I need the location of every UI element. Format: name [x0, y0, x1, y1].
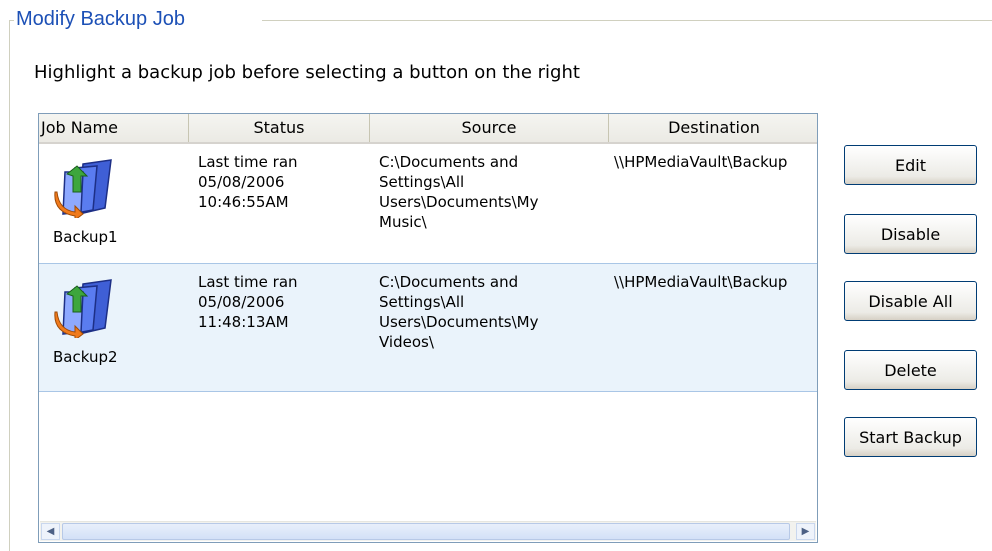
scrollbar-thumb[interactable]: [62, 523, 790, 540]
instructions-text: Highlight a backup job before selecting …: [34, 62, 580, 83]
table-row[interactable]: Backup1 Last time ran 05/08/2006 10:46:5…: [39, 144, 817, 264]
job-status: Last time ran 05/08/2006 11:48:13AM: [198, 273, 298, 331]
delete-button[interactable]: Delete: [844, 350, 977, 390]
list-header: Job Name Status Source Destination: [39, 114, 817, 144]
group-title: Modify Backup Job: [14, 6, 187, 32]
scroll-right-button[interactable]: ▶: [796, 523, 815, 540]
job-source: C:\Documents and Settings\All Users\Docu…: [379, 273, 539, 351]
disable-all-button[interactable]: Disable All: [844, 281, 977, 321]
job-destination: \\HPMediaVault\Backup: [614, 273, 788, 291]
group-frame-top: [262, 20, 992, 21]
job-status: Last time ran 05/08/2006 10:46:55AM: [198, 153, 298, 211]
disable-button[interactable]: Disable: [844, 214, 977, 254]
column-header-status[interactable]: Status: [189, 114, 370, 142]
backup-job-icon: [54, 159, 112, 218]
start-backup-button[interactable]: Start Backup: [844, 417, 977, 457]
column-header-source[interactable]: Source: [370, 114, 609, 142]
horizontal-scrollbar[interactable]: ◀ ▶: [40, 521, 816, 541]
table-row[interactable]: Backup2 Last time ran 05/08/2006 11:48:1…: [39, 264, 817, 392]
job-source: C:\Documents and Settings\All Users\Docu…: [379, 153, 539, 231]
edit-button[interactable]: Edit: [844, 145, 977, 185]
column-header-destination[interactable]: Destination: [609, 114, 817, 142]
group-frame-left: [9, 20, 10, 551]
scroll-left-button[interactable]: ◀: [41, 523, 60, 540]
backup-job-list[interactable]: Job Name Status Source Destination Backu…: [38, 113, 818, 543]
backup-job-icon: [54, 279, 112, 338]
job-name: Backup1: [53, 228, 118, 246]
column-header-job-name[interactable]: Job Name: [39, 114, 189, 142]
job-name: Backup2: [53, 348, 118, 366]
job-destination: \\HPMediaVault\Backup: [614, 153, 788, 171]
